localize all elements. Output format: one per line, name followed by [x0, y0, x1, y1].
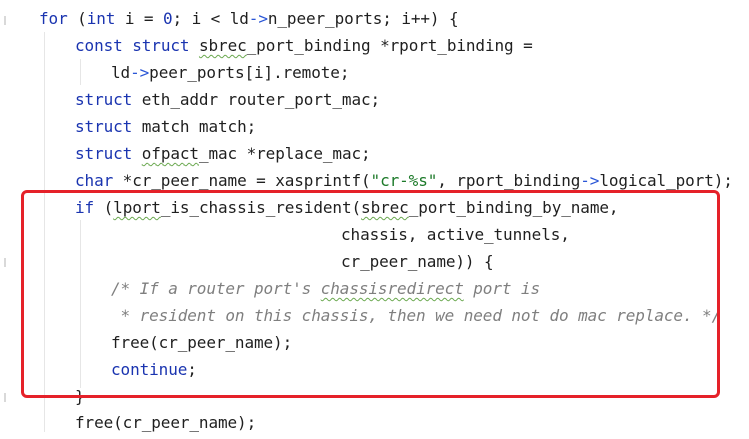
- code-text: _port_binding *rport_binding =: [246, 36, 533, 55]
- spellcheck-word: chassisredirect: [320, 279, 464, 298]
- keyword: struct: [75, 117, 133, 136]
- code-text: _is_chassis_resident(: [160, 198, 362, 217]
- code-line-2[interactable]: const struct sbrec_port_binding *rport_b…: [75, 33, 533, 59]
- code-line-11[interactable]: /* If a router port's chassisredirect po…: [111, 276, 540, 302]
- keyword: if: [75, 198, 95, 217]
- code-text: , rport_binding: [437, 171, 581, 190]
- code-text: cr_peer_name)) {: [341, 252, 494, 271]
- code-text: ;: [187, 360, 197, 379]
- code-editor[interactable]: for (int i = 0; i < ld->n_peer_ports; i+…: [0, 0, 749, 439]
- code-line-14[interactable]: continue;: [111, 357, 197, 383]
- gutter-fold-marker[interactable]: [4, 393, 6, 402]
- gutter-fold-marker[interactable]: [4, 258, 6, 267]
- code-text: ; i < ld: [172, 9, 249, 28]
- code-line-3[interactable]: ld->peer_ports[i].remote;: [111, 60, 349, 86]
- arrow-operator: ->: [130, 63, 150, 82]
- string-literal: "cr-%s": [370, 171, 438, 190]
- keyword: char: [75, 171, 114, 190]
- indent-guide: [80, 59, 81, 85]
- spellcheck-word: lport: [113, 198, 161, 217]
- arrow-operator: ->: [248, 9, 268, 28]
- keyword: struct: [75, 90, 133, 109]
- code-line-7[interactable]: char *cr_peer_name = xasprintf("cr-%s", …: [75, 168, 733, 194]
- keyword: for: [39, 9, 68, 28]
- comment-text: * resident on this chassis, then we need…: [111, 306, 722, 325]
- spellcheck-word: sbrec: [198, 36, 247, 55]
- code-text: (: [67, 9, 87, 28]
- code-text: peer_ports[i].remote;: [149, 63, 350, 82]
- gutter-fold-marker[interactable]: [4, 16, 6, 25]
- code-line-12[interactable]: * resident on this chassis, then we need…: [111, 303, 722, 329]
- code-text: chassis, active_tunnels,: [341, 225, 570, 244]
- code-text: ld: [111, 63, 131, 82]
- code-text: i =: [115, 9, 163, 28]
- keyword: struct: [75, 144, 133, 163]
- code-line-4[interactable]: struct eth_addr router_port_mac;: [75, 87, 380, 113]
- code-text: n_peer_ports; i++) {: [267, 9, 459, 28]
- code-text: eth_addr router_port_mac;: [132, 90, 381, 109]
- arrow-operator: ->: [580, 171, 600, 190]
- code-text: (: [94, 198, 114, 217]
- keyword: const: [75, 36, 123, 55]
- code-text: free(cr_peer_name);: [75, 413, 257, 432]
- keyword: continue: [111, 360, 188, 379]
- spellcheck-word: sbrec: [361, 198, 409, 217]
- code-text: *cr_peer_name = xasprintf(: [113, 171, 371, 190]
- code-text: _port_binding_by_name,: [408, 198, 619, 217]
- code-line-10[interactable]: cr_peer_name)) {: [341, 249, 494, 275]
- code-line-15[interactable]: }: [75, 384, 85, 410]
- comment-text: port is: [463, 279, 540, 298]
- code-line-8[interactable]: if (lport_is_chassis_resident(sbrec_port…: [75, 195, 619, 221]
- code-text: _mac *replace_mac;: [198, 144, 371, 163]
- keyword: struct: [132, 36, 190, 55]
- code-text: }: [75, 387, 85, 406]
- code-line-16[interactable]: free(cr_peer_name);: [75, 410, 256, 436]
- indent-guide: [44, 32, 45, 432]
- indent-guide: [80, 220, 81, 388]
- code-text: logical_port);: [599, 171, 733, 190]
- spellcheck-word: ofpact: [141, 144, 199, 163]
- number-literal: 0: [162, 9, 173, 28]
- code-text: match match;: [132, 117, 257, 136]
- code-line-6[interactable]: struct ofpact_mac *replace_mac;: [75, 141, 371, 167]
- code-line-13[interactable]: free(cr_peer_name);: [111, 330, 292, 356]
- code-line-9[interactable]: chassis, active_tunnels,: [341, 222, 570, 248]
- code-line-1[interactable]: for (int i = 0; i < ld->n_peer_ports; i+…: [39, 6, 459, 32]
- comment-text: /* If a router port's: [111, 279, 321, 298]
- code-line-5[interactable]: struct match match;: [75, 114, 256, 140]
- code-text: free(cr_peer_name);: [111, 333, 293, 352]
- keyword: int: [86, 9, 116, 28]
